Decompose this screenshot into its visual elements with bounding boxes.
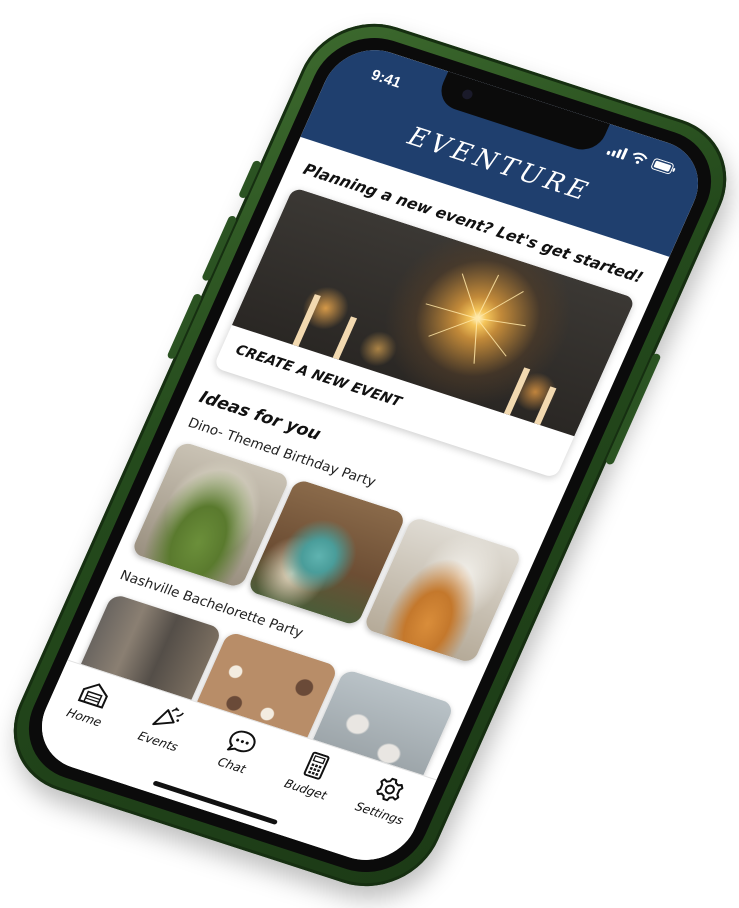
chat-icon: [226, 730, 256, 753]
tab-chat[interactable]: Chat: [198, 720, 278, 782]
tab-home[interactable]: Home: [51, 672, 131, 734]
battery-icon: [650, 157, 678, 175]
front-camera: [460, 88, 475, 101]
party-popper-icon: [152, 707, 185, 726]
tab-chat-label: Chat: [215, 754, 248, 777]
calculator-icon: [303, 751, 330, 780]
tab-budget[interactable]: Budget: [272, 744, 352, 806]
tab-settings[interactable]: Settings: [346, 768, 426, 830]
phone-device: 9:41 EVENTURE Planning a new event? Let'…: [0, 5, 739, 905]
status-icons: [606, 143, 677, 176]
tab-home-label: Home: [64, 705, 104, 730]
home-icon: [77, 683, 108, 709]
tab-events[interactable]: Events: [125, 696, 205, 758]
status-time: 9:41: [368, 66, 404, 92]
create-event-card[interactable]: CREATE A NEW EVENT: [213, 187, 636, 479]
mockup-stage: 9:41 EVENTURE Planning a new event? Let'…: [0, 0, 739, 908]
signal-icon: [606, 143, 629, 160]
gear-icon: [376, 777, 404, 802]
wifi-icon: [629, 151, 649, 167]
